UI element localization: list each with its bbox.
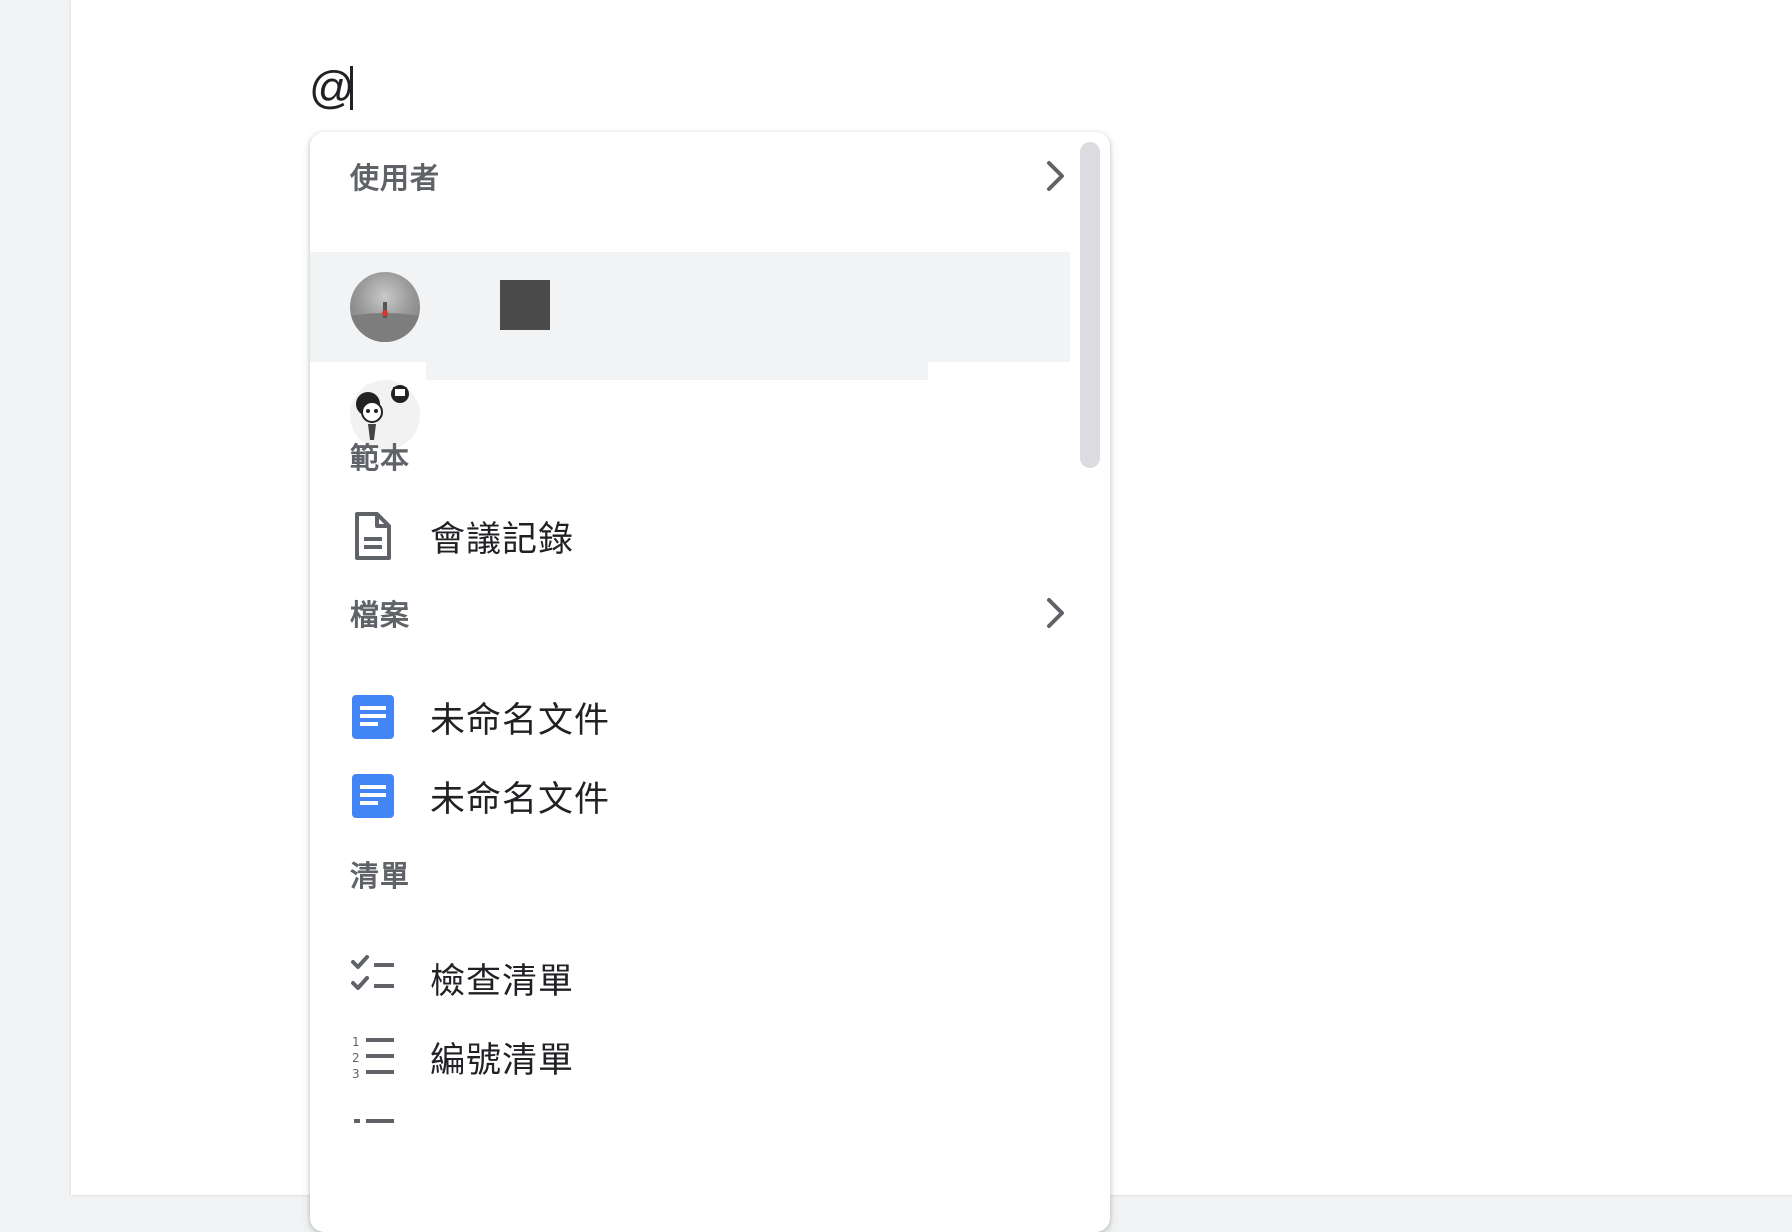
list-label: 檢查清單	[430, 961, 575, 1002]
chevron-right-icon[interactable]	[1042, 595, 1070, 631]
list-item-partial[interactable]	[350, 1100, 1070, 1172]
google-docs-icon	[352, 695, 394, 739]
section-label-people: 使用者	[350, 161, 441, 195]
document-outline-icon	[355, 512, 391, 560]
section-label-lists: 清單	[350, 859, 411, 893]
file-item[interactable]: 未命名文件	[350, 681, 1070, 753]
svg-text:3: 3	[352, 1067, 360, 1081]
text-cursor	[350, 66, 353, 110]
chevron-right-icon[interactable]	[1042, 158, 1070, 194]
section-label-templates: 範本	[350, 441, 411, 475]
user-row-highlight-extension	[426, 362, 928, 380]
section-label-files: 檔案	[350, 598, 411, 632]
file-label: 未命名文件	[430, 700, 611, 741]
google-docs-icon	[352, 774, 394, 818]
list-item-checklist[interactable]: 檢查清單	[350, 942, 1070, 1014]
user-row-highlighted[interactable]	[310, 252, 1070, 362]
section-header-files[interactable]: 檔案	[350, 583, 1070, 643]
numbered-list-icon: 1 2 3	[352, 1035, 394, 1081]
menu-scrollbar[interactable]	[1080, 142, 1100, 468]
section-header-people[interactable]: 使用者	[350, 146, 1070, 206]
section-header-templates: 範本	[350, 426, 1070, 486]
typed-at-symbol: @	[309, 62, 355, 113]
file-label: 未命名文件	[430, 779, 611, 820]
list-item-numbered[interactable]: 1 2 3 編號清單	[350, 1021, 1070, 1093]
mention-dropdown-menu: 使用者 範本 會議記錄 檔案 未命名文件 未命名文件 清單 檢查清單 1 2 3…	[310, 132, 1110, 1232]
svg-text:1: 1	[352, 1035, 360, 1049]
checklist-icon	[351, 955, 394, 990]
template-label: 會議記錄	[430, 519, 575, 560]
redacted-user-name	[500, 280, 550, 330]
list-label: 編號清單	[430, 1040, 575, 1081]
user-photo-avatar	[350, 272, 420, 342]
svg-text:2: 2	[352, 1051, 360, 1065]
bulleted-list-icon	[354, 1119, 394, 1123]
file-item[interactable]: 未命名文件	[350, 760, 1070, 832]
template-item-meeting-notes[interactable]: 會議記錄	[350, 500, 1070, 572]
section-header-lists: 清單	[350, 844, 1070, 904]
